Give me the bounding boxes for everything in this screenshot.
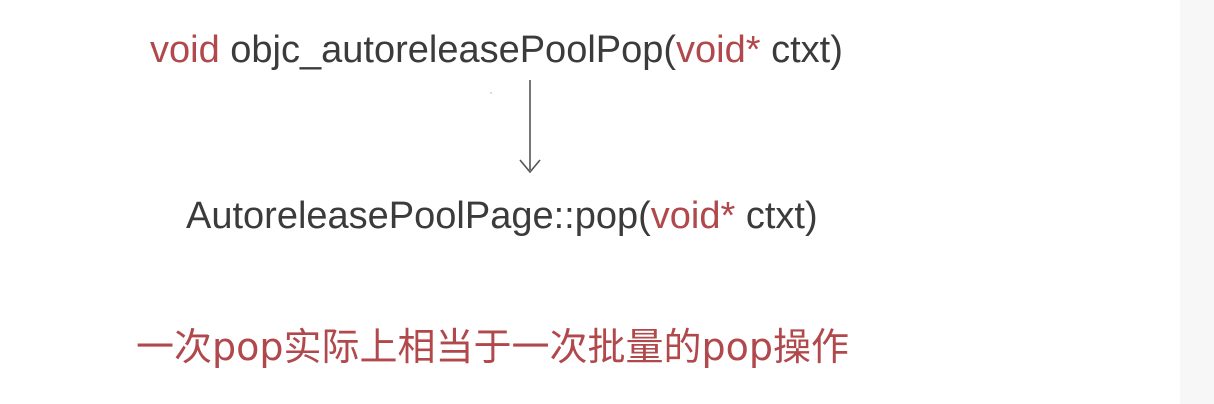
top-function-name: objc_autoreleasePoolPop( [230, 29, 677, 71]
bottom-function-name: AutoreleasePoolPage::pop( [186, 195, 651, 237]
top-param-rest: ctxt) [760, 29, 843, 71]
stray-mark [490, 92, 492, 94]
top-param-type-keyword: void* [676, 29, 761, 71]
return-type-keyword: void [150, 29, 220, 71]
top-function-signature: void objc_autoreleasePoolPop(void* ctxt) [150, 31, 843, 69]
bottom-param-type-keyword: void* [650, 195, 736, 237]
bottom-function-signature: AutoreleasePoolPage::pop(void* ctxt) [186, 197, 818, 235]
explanation-note: 一次pop实际上相当于一次批量的pop操作 [136, 325, 849, 369]
right-edge-strip [1180, 0, 1214, 404]
bottom-param-rest: ctxt) [735, 195, 818, 237]
arrow-down-icon [519, 80, 541, 174]
